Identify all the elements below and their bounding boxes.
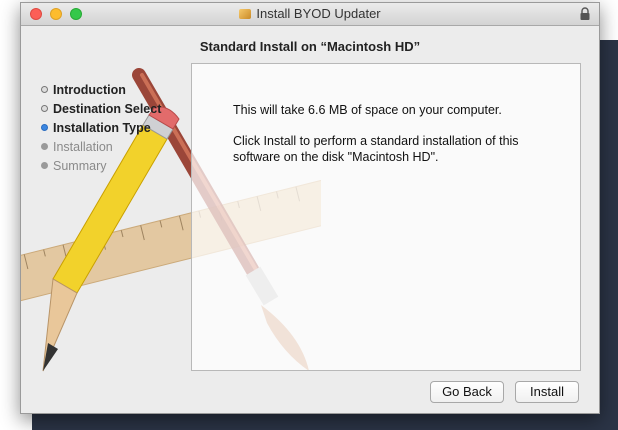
step-dot-icon <box>41 105 48 112</box>
step-summary: Summary <box>41 159 161 177</box>
page-subtitle: Standard Install on “Macintosh HD” <box>199 39 421 54</box>
package-icon <box>239 9 252 19</box>
go-back-button[interactable]: Go Back <box>430 381 504 403</box>
window-title: Install BYOD Updater <box>256 6 381 21</box>
step-dot-icon <box>41 86 48 93</box>
step-dot-icon <box>41 124 48 131</box>
step-dot-icon <box>41 143 48 150</box>
step-introduction: Introduction <box>41 83 161 101</box>
space-required-text: This will take 6.6 MB of space on your c… <box>233 103 502 117</box>
step-installation-type: Installation Type <box>41 121 161 139</box>
installer-window: Install BYOD Updater Standard Install on… <box>20 2 600 414</box>
title-bar[interactable]: Install BYOD Updater <box>21 3 599 26</box>
window-title-area: Install BYOD Updater <box>21 6 599 21</box>
installer-steps: Introduction Destination Select Installa… <box>41 83 161 178</box>
install-instruction-text: Click Install to perform a standard inst… <box>233 134 519 164</box>
lock-icon <box>580 7 590 20</box>
step-dot-icon <box>41 162 48 169</box>
step-installation: Installation <box>41 140 161 158</box>
step-destination-select: Destination Select <box>41 102 161 120</box>
install-button[interactable]: Install <box>515 381 579 403</box>
content-panel: This will take 6.6 MB of space on your c… <box>191 63 581 371</box>
